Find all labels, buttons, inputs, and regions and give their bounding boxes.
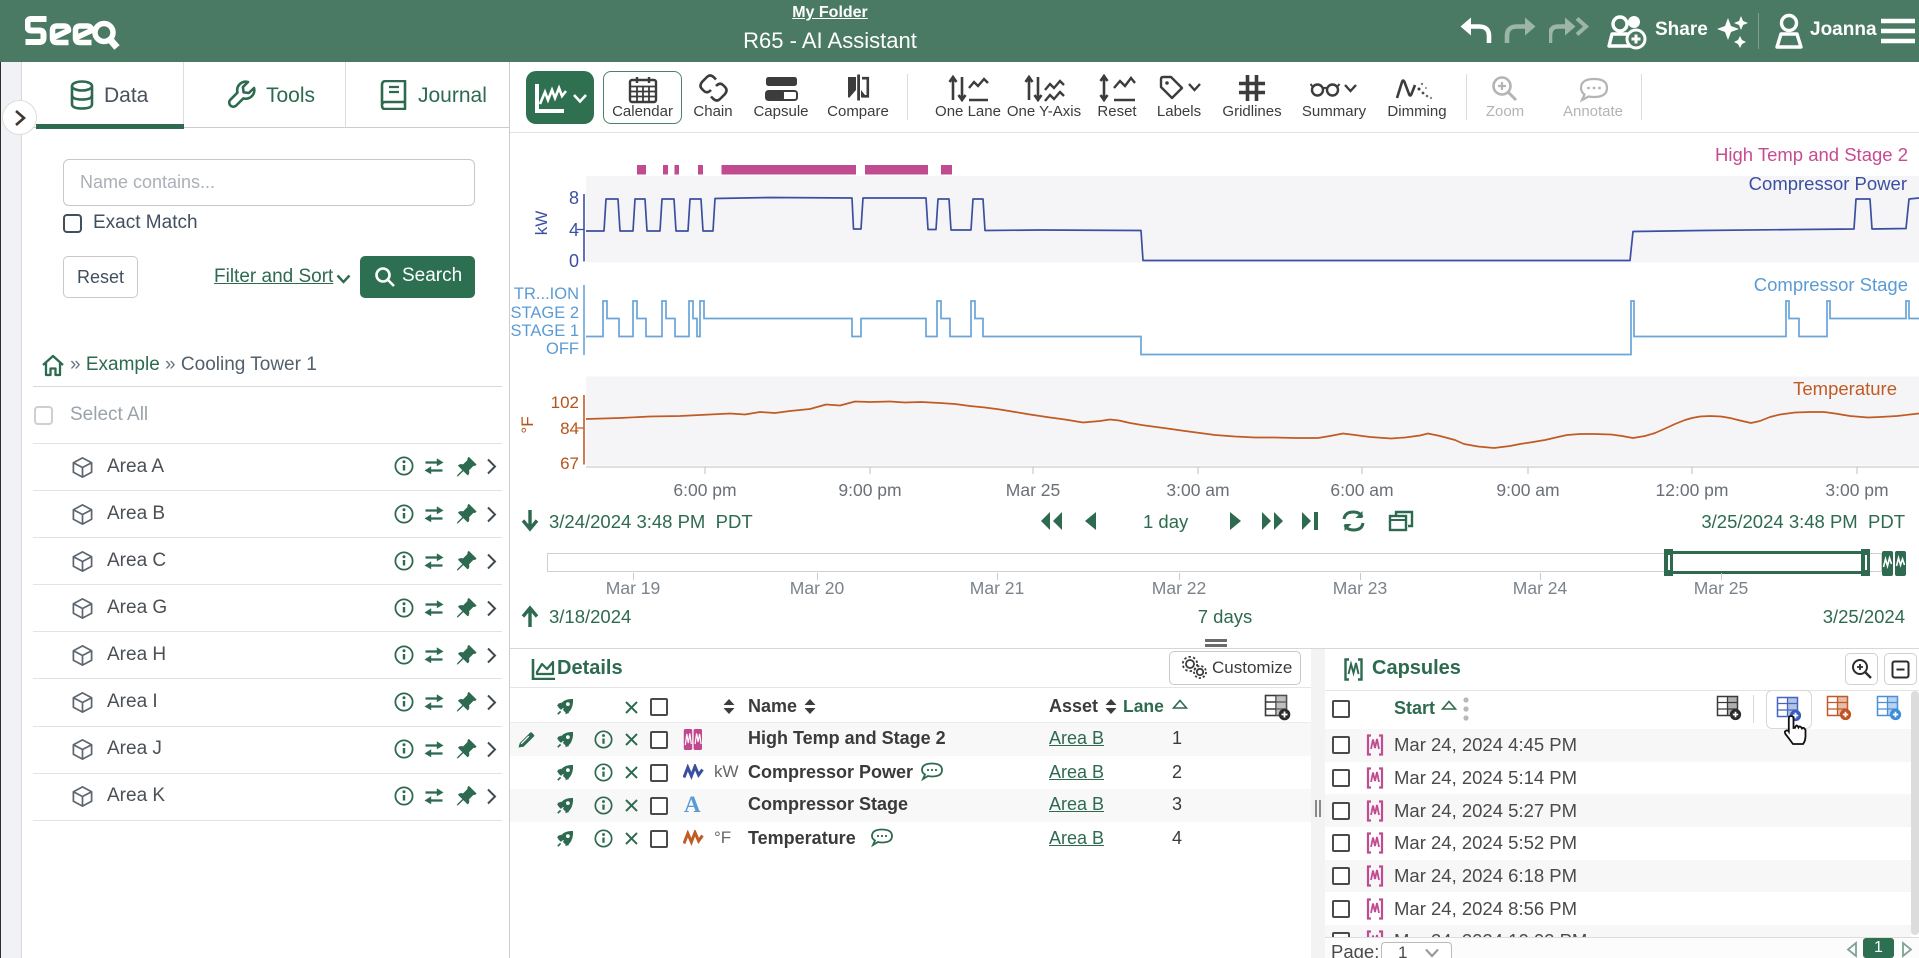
svg-text:102: 102 [551, 393, 579, 412]
svg-text:67: 67 [560, 454, 579, 473]
svg-text:0: 0 [569, 251, 579, 271]
svg-text:kW: kW [532, 211, 551, 236]
svg-text:9:00 pm: 9:00 pm [838, 480, 901, 500]
svg-text:Compressor Power: Compressor Power [1749, 173, 1907, 194]
svg-text:Temperature: Temperature [1793, 378, 1897, 399]
svg-text:Compressor Stage: Compressor Stage [1754, 274, 1908, 295]
svg-text:12:00 pm: 12:00 pm [1656, 480, 1729, 500]
svg-text:°F: °F [518, 416, 537, 433]
svg-text:4: 4 [569, 220, 579, 240]
svg-text:OFF: OFF [546, 340, 579, 358]
svg-text:3:00 am: 3:00 am [1166, 480, 1229, 500]
svg-text:8: 8 [569, 188, 579, 208]
svg-text:9:00 am: 9:00 am [1496, 480, 1559, 500]
svg-text:STAGE 2: STAGE 2 [511, 304, 579, 322]
svg-text:84: 84 [560, 419, 579, 438]
svg-text:Mar 25: Mar 25 [1006, 480, 1060, 500]
svg-text:High Temp and Stage 2: High Temp and Stage 2 [1715, 144, 1908, 165]
svg-text:3:00 pm: 3:00 pm [1825, 480, 1888, 500]
svg-text:6:00 am: 6:00 am [1330, 480, 1393, 500]
svg-text:6:00 pm: 6:00 pm [673, 480, 736, 500]
svg-text:TR...ION: TR...ION [514, 285, 579, 303]
svg-text:STAGE 1: STAGE 1 [511, 322, 579, 340]
